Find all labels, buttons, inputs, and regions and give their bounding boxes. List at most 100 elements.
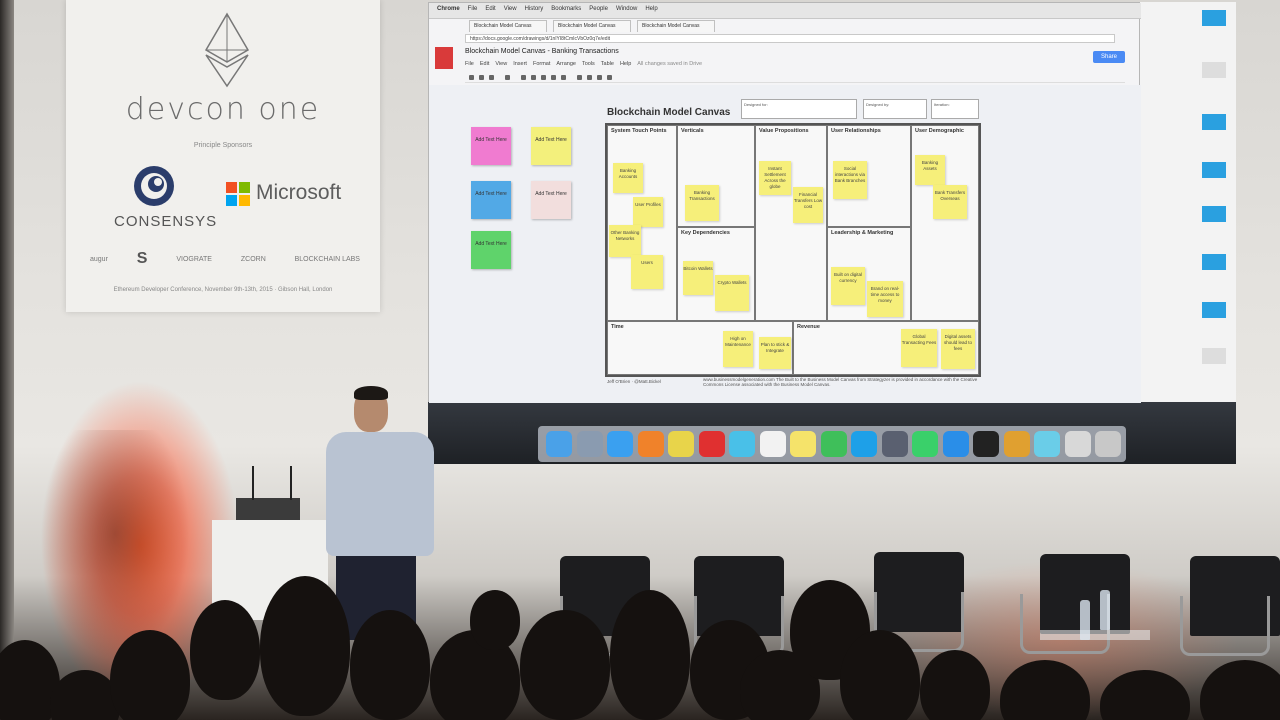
designed-by-box[interactable]: Designed by: [863,99,927,119]
sticky-note[interactable]: Digital assets should lead to fees [941,329,975,369]
lock-icon[interactable] [1064,431,1091,457]
zoom-icon[interactable] [505,75,510,80]
sponsor-logo-viograte: VIOGRATE [176,255,212,263]
template-sticky-green[interactable]: Add Text Here [471,231,511,269]
share-button[interactable]: Share [1093,51,1125,63]
opera-icon[interactable] [698,431,725,457]
sticky-note[interactable]: Plan to stick & Integrate [759,337,791,369]
template-sticky-yellow[interactable]: Add Text Here [531,127,571,165]
sticky-note[interactable]: Social interactions via Bank Branches [833,161,867,199]
menu-chrome[interactable]: Chrome [437,6,460,12]
template-sticky-peach[interactable]: Add Text Here [531,181,571,219]
fill-color-icon[interactable] [577,75,582,80]
document-title[interactable]: Blockchain Model Canvas - Banking Transa… [465,48,619,55]
firefox-icon[interactable] [637,431,664,457]
docs-menu-insert[interactable]: Insert [513,61,527,67]
sticky-note[interactable]: Brand on real-time access to money [867,281,903,317]
sticky-note[interactable]: Instant Settlement Across the globe [759,161,791,195]
section-title: Key Dependencies [681,230,730,236]
docs-menu-edit[interactable]: Edit [480,61,489,67]
border-dash-icon[interactable] [607,75,612,80]
safari-icon[interactable] [607,431,633,457]
template-sticky-blue[interactable]: Add Text Here [471,181,511,219]
messages-icon[interactable] [729,431,755,457]
sponsor-logo-zcorn: ZCORN [240,255,266,263]
section-title: System Touch Points [611,128,667,134]
side-window [1140,2,1236,402]
sticky-note[interactable]: Other Banking Networks [609,225,641,257]
trash-icon[interactable] [1095,431,1121,457]
folder-icon [1202,10,1226,26]
menu-history[interactable]: History [525,6,544,12]
docs-menu-table[interactable]: Table [601,61,614,67]
docs-menu-format[interactable]: Format [533,61,550,67]
folder-icon [1202,206,1226,222]
launchpad-icon[interactable] [576,431,603,457]
browser-tab-active[interactable]: Blockchain Model Canvas [553,20,631,32]
menu-edit[interactable]: Edit [485,6,495,12]
address-bar[interactable]: https://docs.google.com/drawings/d/1nlYI… [465,34,1115,43]
image-icon[interactable] [561,75,566,80]
calendar-icon[interactable] [759,431,786,457]
print-icon[interactable] [489,75,494,80]
sponsors-label: Principle Sponsors [193,142,253,149]
facetime-icon[interactable] [820,431,847,457]
folder-icon [1202,302,1226,318]
terminal-icon[interactable] [973,431,999,457]
docs-menu-help[interactable]: Help [620,61,631,67]
quicktime-icon[interactable] [881,431,908,457]
notes-icon[interactable] [790,431,816,457]
finder-icon[interactable] [546,431,572,457]
drawing-toolbar [465,73,1125,83]
docs-menu-view[interactable]: View [495,61,507,67]
sticky-note[interactable]: User Profiles [633,197,663,227]
skype-icon[interactable] [851,431,877,457]
browser-tab[interactable]: Blockchain Model Canvas [469,20,547,32]
menu-window[interactable]: Window [616,6,637,12]
sticky-note[interactable]: Financial Transfers Low cost [793,187,823,223]
docs-menu-file[interactable]: File [465,61,474,67]
audience-head [260,576,350,716]
sticky-note[interactable]: High on Maintenance [723,331,753,367]
menu-file[interactable]: File [468,6,478,12]
border-weight-icon[interactable] [597,75,602,80]
undo-icon[interactable] [469,75,474,80]
sticky-note[interactable]: Banking Assets [915,155,945,185]
menu-help[interactable]: Help [645,6,657,12]
sticky-note[interactable]: Banking Transactions [685,185,719,221]
projection-screen: Chrome File Edit View History Bookmarks … [428,2,1236,464]
sticky-note[interactable]: Global Transacting Fees [901,329,937,367]
redo-icon[interactable] [479,75,484,80]
iteration-box[interactable]: Iteration: [931,99,979,119]
docs-menu-arrange[interactable]: Arrange [556,61,576,67]
line-icon[interactable] [531,75,536,80]
section-value-propositions[interactable]: Value Propositions [755,125,827,321]
sponsor-logo-s: S [136,250,148,267]
google-drawings-icon[interactable] [435,47,453,69]
preview-icon[interactable] [1034,431,1060,457]
menu-bookmarks[interactable]: Bookmarks [551,6,581,12]
sticky-note[interactable]: Bitcoin Wallets [683,261,713,295]
sticky-note[interactable]: Banking Accounts [613,163,643,193]
sticky-note[interactable]: Built on digital currency [831,267,865,305]
sponsor-logo-blockchain-labs: BLOCKCHAIN LABS [294,255,360,263]
photos-icon[interactable] [1003,431,1030,457]
app-store-icon[interactable] [942,431,969,457]
sticky-note[interactable]: Crypto Wallets [715,275,749,311]
sublime-icon[interactable] [912,431,938,457]
docs-menu-tools[interactable]: Tools [582,61,595,67]
sponsor-board: devcon one Principle Sponsors CONSENSYS … [66,0,380,312]
menu-view[interactable]: View [504,6,517,12]
text-box-icon[interactable] [551,75,556,80]
sticky-note[interactable]: Bank Transfers Overseas [933,185,967,219]
chrome-icon[interactable] [668,431,694,457]
folder-icon [1202,62,1226,78]
select-icon[interactable] [521,75,526,80]
border-color-icon[interactable] [587,75,592,80]
menu-people[interactable]: People [589,6,608,12]
template-sticky-pink[interactable]: Add Text Here [471,127,511,165]
browser-tab[interactable]: Blockchain Model Canvas [637,20,715,32]
sticky-note[interactable]: Users [631,255,663,289]
shape-icon[interactable] [541,75,546,80]
designed-for-box[interactable]: Designed for: [741,99,857,119]
